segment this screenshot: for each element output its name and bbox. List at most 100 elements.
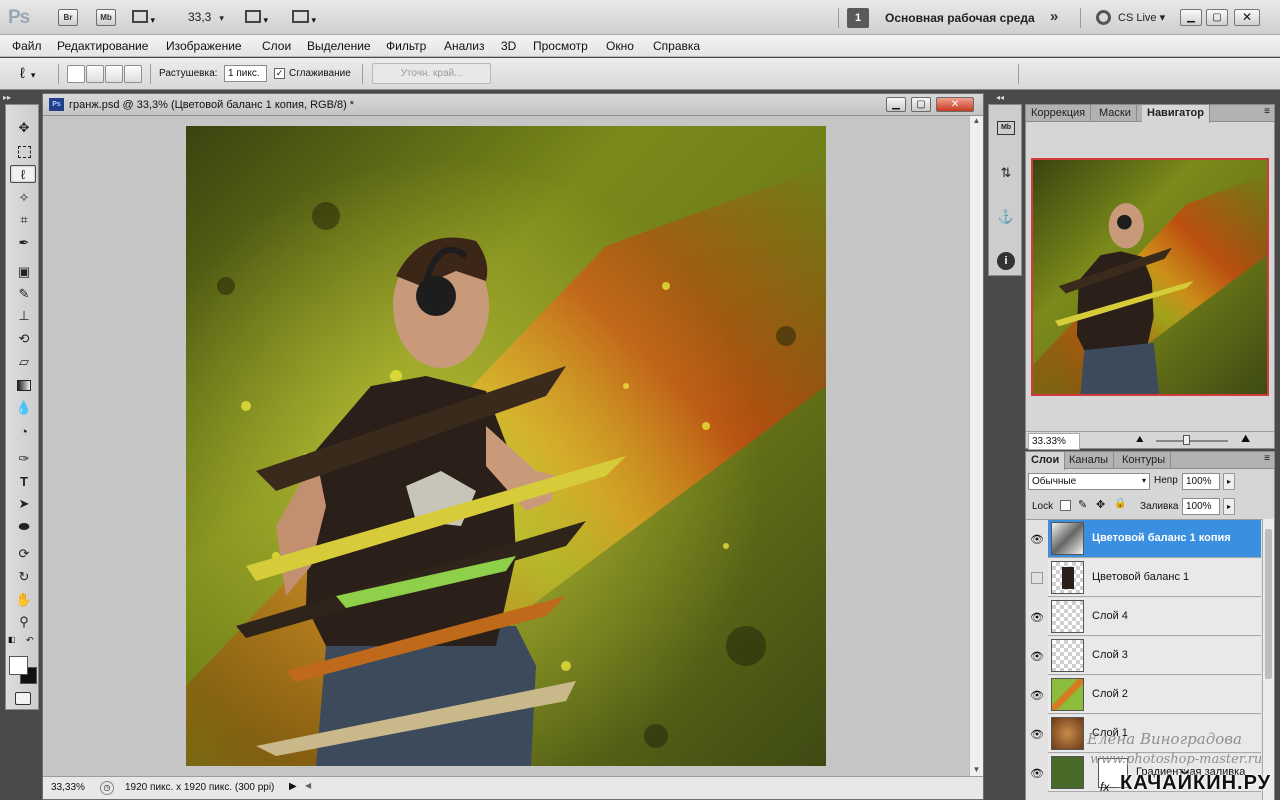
layer-effects-icon[interactable]: fx (1100, 780, 1109, 794)
close-app-button[interactable]: ✕ (1234, 9, 1260, 26)
navigator-zoom-field[interactable]: 33.33% (1028, 433, 1080, 450)
eyedropper-tool-icon[interactable]: ✒ (15, 234, 33, 252)
move-tool-icon[interactable]: ✥ (15, 119, 33, 137)
intersect-selection-button[interactable] (124, 65, 142, 83)
history-panel-icon[interactable]: ⇅ (993, 160, 1019, 186)
history-brush-tool-icon[interactable]: ⟲ (15, 330, 33, 348)
arrange-documents-button[interactable]: ▾ (245, 10, 275, 25)
lasso-tool-icon[interactable]: ℓ (10, 165, 36, 183)
3d-rotate-tool-icon[interactable]: ⟳ (15, 545, 33, 563)
menu-view[interactable]: Просмотр (533, 39, 588, 53)
cslive-menu[interactable]: CS Live ▾ (1118, 11, 1165, 24)
lock-pixels-icon[interactable]: ✎ (1078, 498, 1087, 511)
feather-input[interactable]: 1 пикс. (224, 65, 267, 82)
visibility-toggle-icon[interactable]: 👁 (1028, 637, 1046, 675)
dodge-tool-icon[interactable]: ◔ (15, 422, 33, 440)
menu-edit[interactable]: Редактирование (57, 39, 148, 53)
menu-layers[interactable]: Слои (262, 39, 291, 53)
canvas-area[interactable] (45, 116, 969, 776)
status-menu-arrow-icon[interactable]: ▶ (289, 781, 297, 792)
tab-paths[interactable]: Контуры (1117, 452, 1172, 469)
zoom-level-field[interactable]: 33,3 ▾ (188, 10, 224, 24)
fill-arrow-icon[interactable]: ▸ (1223, 498, 1235, 515)
menu-3d[interactable]: 3D (501, 39, 516, 53)
layer-row[interactable]: Слой 2 (1048, 676, 1261, 714)
path-selection-tool-icon[interactable]: ➤ (15, 495, 33, 513)
document-canvas[interactable] (186, 126, 826, 766)
spot-healing-tool-icon[interactable]: ▣ (15, 263, 33, 281)
opacity-arrow-icon[interactable]: ▸ (1223, 473, 1235, 490)
layers-panel-menu-icon[interactable]: ≡ (1264, 453, 1270, 464)
visibility-toggle-icon[interactable]: 👁 (1028, 715, 1046, 753)
fill-input[interactable]: 100% (1182, 498, 1220, 515)
view-extras-button[interactable]: ▾ (132, 10, 160, 25)
brush-tool-icon[interactable]: ✎ (15, 285, 33, 303)
panel-menu-icon[interactable]: ≡ (1264, 106, 1270, 117)
minimize-app-button[interactable]: ▁ (1180, 9, 1202, 26)
workspace-switcher[interactable]: Основная рабочая среда (885, 11, 1035, 25)
type-tool-icon[interactable]: T (15, 472, 33, 490)
shape-tool-icon[interactable]: ⬬ (15, 518, 33, 536)
visibility-toggle-icon[interactable]: 👁 (1028, 754, 1046, 792)
visibility-toggle-icon[interactable]: 👁 (1028, 676, 1046, 714)
3d-orbit-tool-icon[interactable]: ↻ (15, 568, 33, 586)
minibridge-panel-icon[interactable]: Mb (993, 115, 1019, 141)
menu-image[interactable]: Изображение (166, 39, 242, 53)
bridge-button[interactable]: Br (58, 9, 78, 26)
tab-adjustments[interactable]: Коррекция (1026, 105, 1092, 122)
blur-tool-icon[interactable]: 💧 (15, 399, 33, 417)
vertical-scrollbar[interactable]: ▲ ▼ (969, 116, 983, 776)
menu-help[interactable]: Справка (653, 39, 700, 53)
visibility-toggle-icon[interactable]: 👁 (1028, 598, 1046, 636)
doc-close-button[interactable]: ✕ (936, 97, 974, 112)
add-selection-button[interactable] (86, 65, 104, 83)
eraser-tool-icon[interactable]: ▱ (15, 353, 33, 371)
lock-all-icon[interactable]: 🔒 (1114, 498, 1126, 509)
doc-restore-button[interactable]: ▢ (911, 97, 931, 112)
foreground-color-swatch[interactable] (9, 656, 28, 675)
menu-filter[interactable]: Фильтр (386, 39, 426, 53)
swap-colors-icon[interactable]: ↶ (26, 635, 34, 646)
refine-edge-button[interactable]: Уточн. край... (372, 63, 491, 84)
doc-minimize-button[interactable]: ▁ (886, 97, 906, 112)
menu-file[interactable]: Файл (12, 39, 42, 53)
crop-tool-icon[interactable]: ⌗ (15, 211, 33, 229)
lasso-preset-picker[interactable]: ℓ ▾ (20, 65, 35, 82)
opacity-input[interactable]: 100% (1182, 473, 1220, 490)
tab-channels[interactable]: Каналы (1064, 452, 1115, 469)
quick-selection-tool-icon[interactable]: ✧ (15, 189, 33, 207)
more-workspaces-icon[interactable]: » (1050, 8, 1058, 25)
layers-scrollbar[interactable] (1262, 519, 1274, 800)
quick-mask-button[interactable] (15, 692, 31, 705)
tab-masks[interactable]: Маски (1094, 105, 1137, 122)
clone-stamp-tool-icon[interactable]: ⊥ (15, 307, 33, 325)
default-colors-icon[interactable]: ◧ (8, 635, 16, 644)
visibility-toggle-icon[interactable]: 👁 (1028, 520, 1046, 558)
marquee-tool-icon[interactable] (15, 143, 33, 161)
info-panel-icon[interactable]: i (993, 248, 1019, 274)
menu-window[interactable]: Окно (606, 39, 634, 53)
zoom-slider-handle[interactable] (1183, 435, 1190, 445)
zoom-status[interactable]: 33,33% (51, 782, 85, 793)
lock-position-icon[interactable]: ✥ (1096, 498, 1105, 511)
antialias-checkbox[interactable]: ✓ (274, 68, 285, 79)
document-tab[interactable]: Ps гранж.psd @ 33,3% (Цветовой баланс 1 … (43, 94, 983, 116)
scroll-down-icon[interactable]: ▼ (970, 765, 983, 774)
menu-select[interactable]: Выделение (307, 39, 371, 53)
hand-tool-icon[interactable]: ✋ (15, 591, 33, 609)
tab-navigator[interactable]: Навигатор (1142, 105, 1210, 123)
scroll-up-icon[interactable]: ▲ (970, 116, 983, 125)
restore-app-button[interactable]: ▢ (1206, 9, 1228, 26)
visibility-toggle-off[interactable] (1028, 559, 1046, 597)
navigator-zoom-slider[interactable] (1156, 440, 1228, 442)
layers-scroll-thumb[interactable] (1265, 529, 1272, 679)
actions-panel-icon[interactable]: ⚓ (993, 204, 1019, 230)
minibridge-button[interactable]: Mb (96, 9, 116, 26)
layer-row[interactable]: Цветовой баланс 1 копия (1048, 520, 1261, 558)
zoom-out-icon[interactable]: ⛰ (1136, 434, 1144, 445)
zoom-tool-icon[interactable]: ⚲ (15, 613, 33, 631)
pen-tool-icon[interactable]: ✑ (15, 450, 33, 468)
gradient-tool-icon[interactable] (15, 376, 33, 394)
layer-row[interactable]: Слой 4 (1048, 598, 1261, 636)
collapse-toolbox-icon[interactable]: ▸▸ (3, 93, 11, 102)
